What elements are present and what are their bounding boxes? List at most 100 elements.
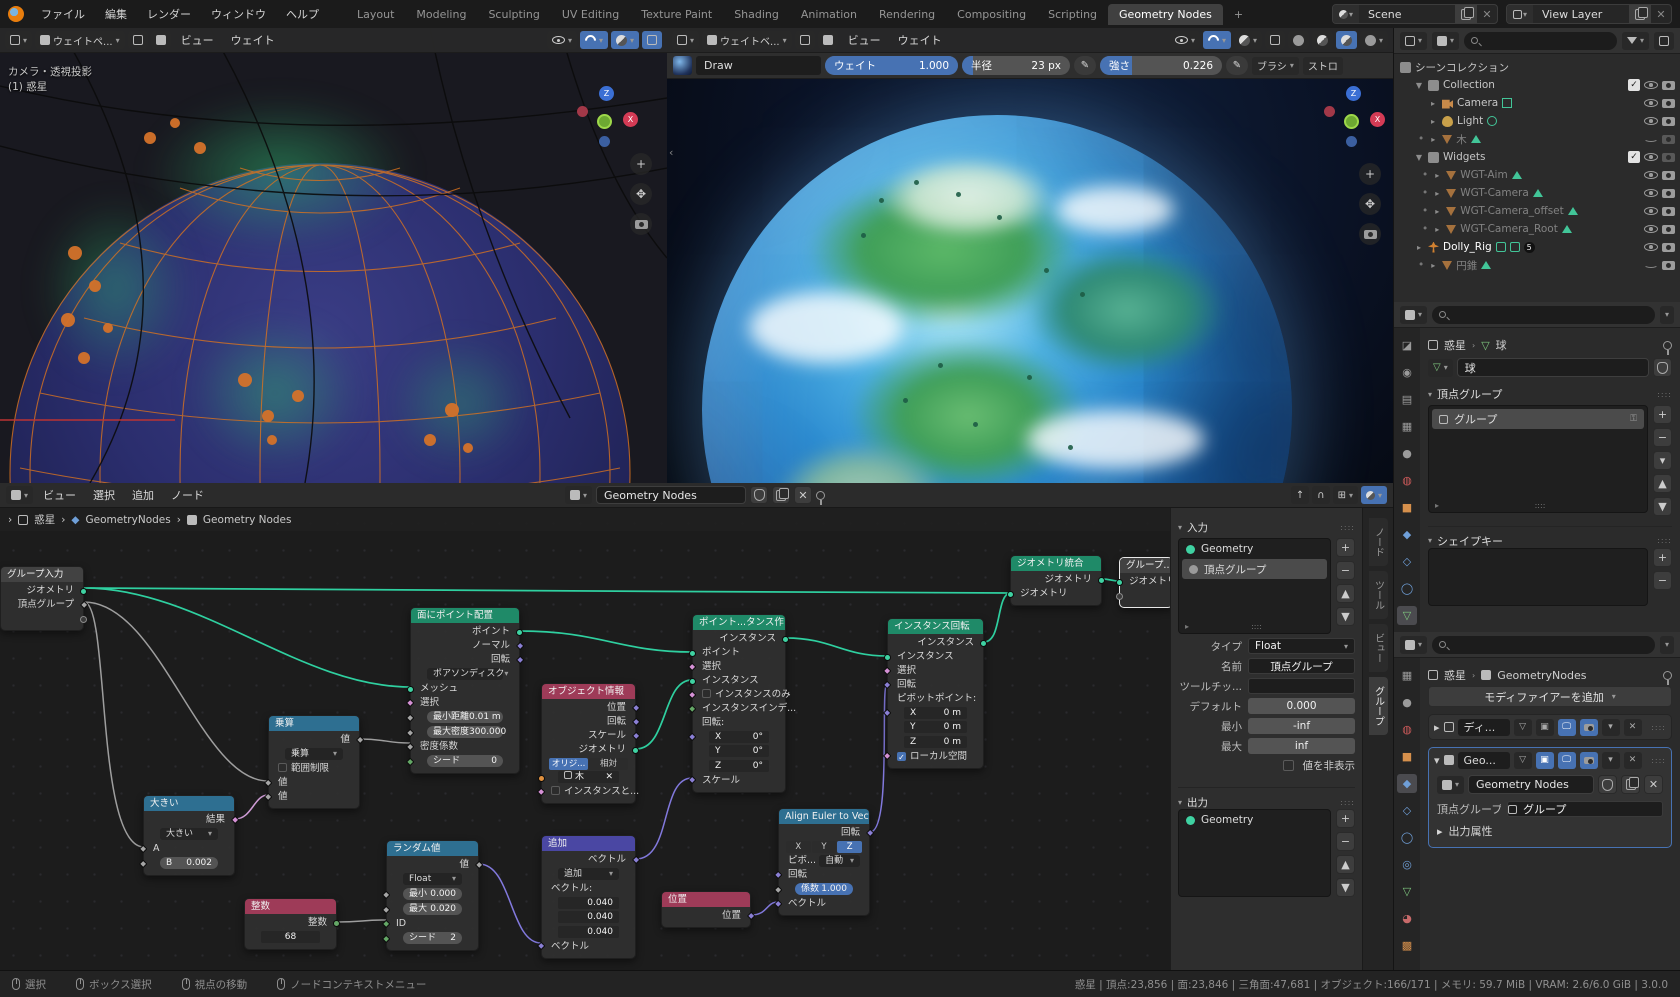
zoom-icon[interactable]: + bbox=[1359, 163, 1381, 185]
outliner-row-cone[interactable]: •▸円錐 bbox=[1400, 256, 1680, 274]
radius-slider[interactable]: 半径23 px bbox=[962, 56, 1070, 75]
filter-collection-dropdown[interactable]: ▾ bbox=[1432, 32, 1459, 50]
add-modifier-button[interactable]: モディファイアーを追加▾ bbox=[1428, 686, 1672, 707]
eye-icon[interactable] bbox=[1644, 225, 1658, 233]
move-down-button[interactable]: ▼ bbox=[1336, 607, 1355, 626]
default-value-field[interactable]: 0.000 bbox=[1248, 698, 1355, 714]
scene-collection-row[interactable]: シーンコレクション bbox=[1400, 58, 1680, 76]
remove-output-button[interactable]: − bbox=[1336, 832, 1355, 851]
eye-icon[interactable] bbox=[1644, 153, 1658, 161]
eye-icon[interactable] bbox=[1644, 81, 1658, 89]
output-geometry-item[interactable]: Geometry bbox=[1179, 810, 1330, 830]
socket-integer-out[interactable] bbox=[333, 920, 340, 927]
modifier-name-field[interactable]: ディ... bbox=[1458, 719, 1510, 736]
remove-input-button[interactable]: − bbox=[1336, 561, 1355, 580]
eye-icon[interactable] bbox=[1644, 189, 1658, 197]
axis-z-neg[interactable] bbox=[599, 136, 610, 147]
axis-x[interactable]: X bbox=[1370, 112, 1385, 127]
navigation-gizmo[interactable]: Z X bbox=[1322, 86, 1386, 150]
pan-icon[interactable]: ✥ bbox=[1359, 193, 1381, 215]
tab-modeling[interactable]: Modeling bbox=[405, 4, 477, 25]
socket-geometry-in[interactable] bbox=[1116, 579, 1123, 586]
outliner-row-wgt-camera-offset[interactable]: •▸WGT-Camera_offset bbox=[1400, 202, 1680, 220]
node-position[interactable]: 位置 位置 bbox=[661, 891, 751, 928]
output-attributes-label[interactable]: 出力属性 bbox=[1449, 823, 1493, 839]
render-visibility-icon[interactable] bbox=[1662, 117, 1675, 126]
pan-icon[interactable]: ✥ bbox=[630, 183, 652, 205]
falloff-dropdown[interactable]: ▾ bbox=[580, 31, 608, 49]
tab-object[interactable]: ■ bbox=[1397, 747, 1417, 766]
data-name-field[interactable]: 球 bbox=[1457, 358, 1649, 377]
unlink-button[interactable]: ✕ bbox=[794, 486, 812, 504]
eye-closed-icon[interactable] bbox=[1644, 262, 1658, 268]
axis-x-neg[interactable] bbox=[577, 106, 588, 117]
socket-points-out[interactable] bbox=[516, 629, 523, 636]
tab-object-data[interactable]: ▽ bbox=[1397, 882, 1417, 901]
properties-search-input[interactable] bbox=[1432, 306, 1655, 324]
node-align-euler-to-vector[interactable]: Align Euler to Vecto 回転 XYZ ピボ...自動▾ 回転 … bbox=[778, 808, 870, 916]
paint-mask-vertex-button[interactable] bbox=[818, 31, 838, 49]
shading-rendered-button[interactable] bbox=[1336, 31, 1357, 49]
menu-select[interactable]: 選択 bbox=[86, 487, 122, 503]
node-group-input[interactable]: グループ入力 ジオメトリ 頂点グループ bbox=[0, 566, 84, 631]
display-mode-dropdown[interactable]: ▾ bbox=[1400, 32, 1427, 50]
new-collection-button[interactable] bbox=[1654, 32, 1674, 50]
tab-view-layer[interactable]: ▦ bbox=[1397, 666, 1417, 685]
node-distribute-points-on-faces[interactable]: 面にポイント配置 ポイント ノーマル 回転 ポアソンディスク▾ メッシュ 選択 … bbox=[410, 607, 520, 774]
view-layer-name[interactable]: View Layer bbox=[1533, 8, 1629, 21]
modifier-name-field[interactable]: Geo... bbox=[1458, 752, 1510, 769]
menu-add[interactable]: 追加 bbox=[125, 487, 161, 503]
strength-slider[interactable]: 強さ0.226 bbox=[1100, 56, 1222, 75]
socket-empty[interactable] bbox=[1116, 593, 1123, 600]
visibility-dropdown[interactable]: ▾ bbox=[547, 31, 577, 49]
node-object-info[interactable]: オブジェクト情報 位置 回転 スケール ジオメトリ オリジ...相対 木✕ イン… bbox=[541, 683, 636, 804]
realtime-toggle[interactable]: 🖵 bbox=[1558, 752, 1576, 769]
remove-vertex-group-button[interactable]: − bbox=[1653, 428, 1672, 447]
breadcrumb-object[interactable]: 惑星 bbox=[1444, 667, 1466, 683]
tab-animation[interactable]: Animation bbox=[790, 4, 868, 25]
viewport-rendered[interactable]: ▾ ウェイトベ...▾ ビュー ウェイト ▾ ▾ ▾ ▾ Draw ウェイト1.… bbox=[667, 28, 1393, 483]
tab-texture[interactable]: ▩ bbox=[1397, 936, 1417, 955]
node-greater-than[interactable]: 大きい 結果 大きい▾ A B0.002 bbox=[143, 795, 235, 876]
pin-icon[interactable] bbox=[1663, 341, 1672, 350]
tab-node[interactable]: ノード bbox=[1369, 518, 1388, 566]
tab-output[interactable]: ▤ bbox=[1397, 390, 1417, 409]
menu-file[interactable]: ファイル bbox=[32, 3, 94, 25]
outliner-search-input[interactable] bbox=[1464, 32, 1617, 50]
hide-value-checkbox[interactable] bbox=[1283, 760, 1294, 771]
radius-pressure-icon[interactable]: ✎ bbox=[1074, 56, 1096, 75]
remove-shape-key-button[interactable]: − bbox=[1653, 571, 1672, 590]
pin-icon[interactable] bbox=[1663, 671, 1672, 680]
menu-edit[interactable]: 編集 bbox=[96, 3, 136, 25]
edit-mode-toggle[interactable]: ▣ bbox=[1536, 752, 1554, 769]
menu-view[interactable]: ビュー bbox=[36, 487, 83, 503]
tab-render[interactable]: ◉ bbox=[1397, 363, 1417, 382]
outliner-row-wgt-aim[interactable]: •▸WGT-Aim bbox=[1400, 166, 1680, 184]
scene-unlink-button[interactable]: ✕ bbox=[1477, 5, 1497, 23]
tab-group[interactable]: グループ bbox=[1369, 677, 1388, 735]
input-geometry-item[interactable]: Geometry bbox=[1179, 539, 1330, 559]
exclude-checkbox[interactable]: ✓ bbox=[1628, 151, 1640, 163]
overlays-toggle[interactable] bbox=[642, 31, 662, 49]
menu-weight[interactable]: ウェイト bbox=[891, 32, 949, 48]
output-panel-header[interactable]: ▾出力:::: bbox=[1178, 787, 1355, 809]
socket-geometry-out[interactable] bbox=[1098, 577, 1105, 584]
eye-closed-icon[interactable] bbox=[1644, 136, 1658, 142]
copy-node-group-button[interactable] bbox=[772, 486, 790, 504]
outliner-row-widgets[interactable]: ▼Widgets✓ bbox=[1400, 148, 1680, 166]
scene-icon[interactable]: ▾ bbox=[1333, 5, 1359, 23]
modifier-extras-menu[interactable]: ▾ bbox=[1602, 719, 1620, 736]
snap-mode-dropdown[interactable]: ⊞▾ bbox=[1333, 486, 1358, 504]
add-workspace-button[interactable]: + bbox=[1223, 4, 1254, 25]
tab-tool[interactable]: ◪ bbox=[1397, 336, 1417, 355]
outliner-row-tree[interactable]: •▸木 bbox=[1400, 130, 1680, 148]
render-visibility-icon[interactable] bbox=[1662, 171, 1675, 180]
tab-layout[interactable]: Layout bbox=[346, 4, 405, 25]
tab-object-data[interactable]: ▽ bbox=[1397, 606, 1417, 625]
fake-user-button[interactable] bbox=[1598, 775, 1617, 794]
render-visibility-off-icon[interactable] bbox=[1662, 135, 1675, 144]
render-visibility-icon[interactable] bbox=[1662, 225, 1675, 234]
tab-physics[interactable]: ◯ bbox=[1397, 828, 1417, 847]
tab-geometry-nodes[interactable]: Geometry Nodes bbox=[1108, 4, 1223, 25]
socket-mesh-in[interactable] bbox=[407, 686, 414, 693]
